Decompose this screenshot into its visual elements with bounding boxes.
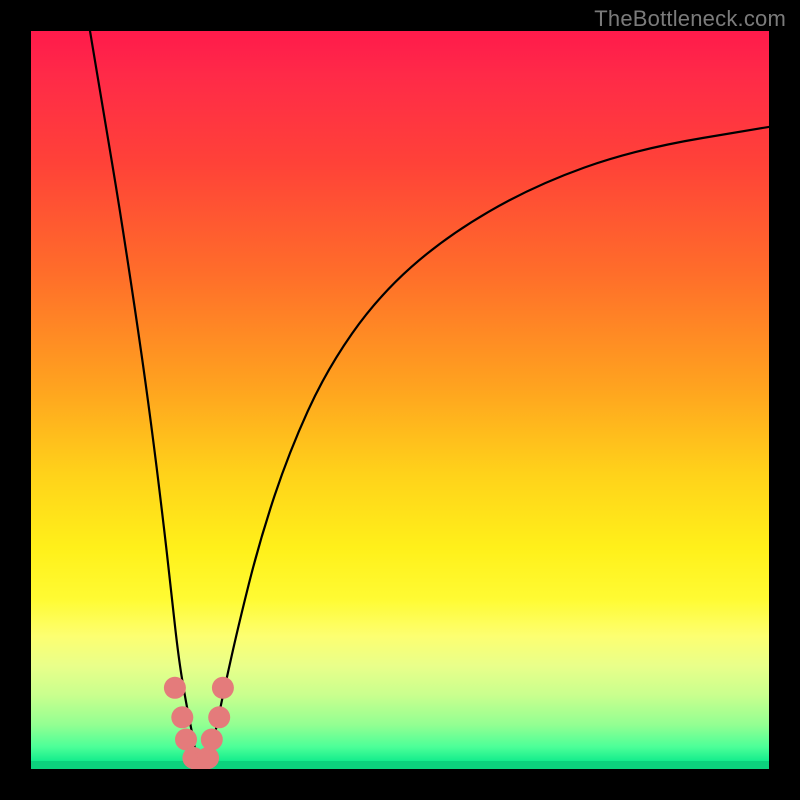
chart-svg [31,31,769,769]
curve-group [90,31,769,762]
curve-left-branch [90,31,197,762]
marker-dot [171,706,193,728]
plot-area [31,31,769,769]
marker-dot [201,729,223,751]
marker-group [164,677,234,769]
outer-frame: TheBottleneck.com [0,0,800,800]
marker-dot [197,747,219,769]
marker-dot [164,677,186,699]
watermark-text: TheBottleneck.com [594,6,786,32]
marker-dot [208,706,230,728]
marker-dot [212,677,234,699]
curve-right-branch [208,127,769,762]
